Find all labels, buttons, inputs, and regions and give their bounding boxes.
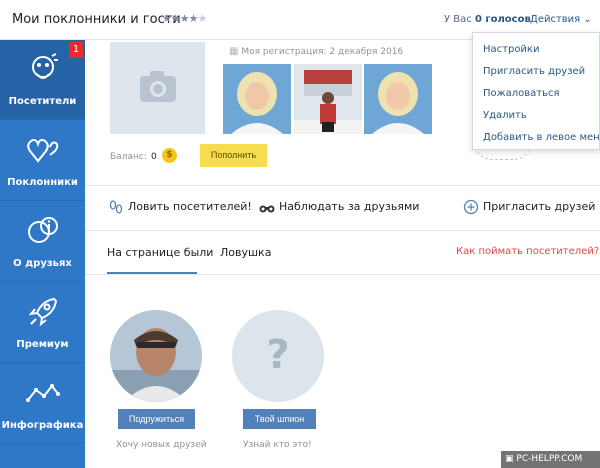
sidebar: 1 Посетители Поклонники О друзьях Премиу… <box>0 40 85 468</box>
watermark-text: PC-HELPP.COM <box>516 454 583 464</box>
profile-avatar[interactable] <box>110 42 205 134</box>
invite-friends-link[interactable]: Пригласить друзей <box>463 199 596 215</box>
actions-dropdown: Настройки Пригласить друзей Пожаловаться… <box>472 32 600 150</box>
tab-visited-page[interactable]: На странице были <box>107 246 213 259</box>
friends-info-icon <box>28 217 58 243</box>
sidebar-badge: 1 <box>69 42 83 58</box>
calendar-icon: ▦ <box>229 46 239 57</box>
sidebar-item-visitors[interactable]: 1 Посетители <box>0 40 85 120</box>
footprints-icon <box>109 200 123 214</box>
votes-prefix: У Вас <box>444 14 472 25</box>
registration-text: Моя регистрация: 2 декабря 2016 <box>241 47 404 57</box>
votes-status: У Вас 0 голосов <box>444 14 531 25</box>
spy-avatar-placeholder[interactable]: ? <box>232 310 324 402</box>
registration-date: ▦ Моя регистрация: 2 декабря 2016 <box>229 46 403 57</box>
photo-man-outdoor <box>294 64 362 134</box>
watch-friends-link[interactable]: Наблюдать за друзьями <box>259 200 420 213</box>
photo-woman-blonde <box>223 64 291 134</box>
sidebar-item-label: Инфографика <box>1 420 84 431</box>
rating-stars: ★★★★★ <box>162 12 207 25</box>
menu-item-delete[interactable]: Удалить <box>473 105 599 127</box>
sidebar-item-label: О друзьях <box>13 258 72 269</box>
sidebar-item-fans[interactable]: Поклонники <box>0 121 85 201</box>
card-caption: Узнай кто это! <box>243 440 312 450</box>
sidebar-item-infographics[interactable]: Инфографика <box>0 364 85 444</box>
befriend-button[interactable]: Подружиться <box>118 409 195 429</box>
question-mark-icon: ? <box>266 332 290 378</box>
sidebar-item-label: Премиум <box>16 339 69 350</box>
watermark: ▣ PC-HELPP.COM <box>501 451 600 468</box>
actions-menu-button[interactable]: Действия ⌄ <box>530 14 592 25</box>
rating-stars-filled: ★★★★ <box>162 12 198 25</box>
watch-friends-label: Наблюдать за друзьями <box>279 200 420 213</box>
menu-item-add-to-left-menu[interactable]: Добавить в левое меню <box>473 127 600 149</box>
howto-catch-link[interactable]: Как поймать посетителей? <box>456 246 599 257</box>
tab-trap[interactable]: Ловушка <box>220 246 271 259</box>
visitor-photo <box>110 310 202 402</box>
binoculars-icon <box>259 205 275 213</box>
divider <box>85 230 600 231</box>
divider <box>85 274 600 275</box>
rating-stars-empty: ★ <box>197 12 207 25</box>
page-title: Мои поклонники и гости <box>12 12 181 27</box>
sidebar-item-label: Посетители <box>8 96 77 107</box>
menu-item-settings[interactable]: Настройки <box>473 39 599 61</box>
profile-photo[interactable] <box>223 64 291 134</box>
rocket-icon <box>28 297 58 327</box>
hearts-icon <box>27 139 59 163</box>
invite-friends-label: Пригласить друзей <box>483 200 596 213</box>
votes-value[interactable]: 0 голосов <box>475 14 531 25</box>
visitors-icon <box>32 53 58 79</box>
your-spy-button[interactable]: Твой шпион <box>243 409 316 429</box>
photo-woman-blonde <box>364 64 432 134</box>
chart-line-icon <box>26 384 60 402</box>
balance-label: Баланс: <box>110 152 147 162</box>
topup-button[interactable]: Пополнить <box>200 144 267 167</box>
divider <box>85 185 600 186</box>
menu-item-report[interactable]: Пожаловаться <box>473 83 599 105</box>
sidebar-item-label: Поклонники <box>7 177 78 188</box>
monitor-icon: ▣ <box>505 454 514 464</box>
balance-value: 0 <box>151 152 157 162</box>
profile-photo[interactable] <box>294 64 362 134</box>
camera-icon <box>140 71 176 102</box>
sidebar-item-premium[interactable]: Премиум <box>0 283 85 363</box>
catch-visitors-link[interactable]: Ловить посетителей! <box>109 200 252 214</box>
coin-icon: $ <box>162 148 177 163</box>
catch-visitors-label: Ловить посетителей! <box>128 200 252 213</box>
card-caption: Хочу новых друзей <box>116 440 207 450</box>
visitor-avatar[interactable] <box>110 310 202 402</box>
menu-item-invite-friends[interactable]: Пригласить друзей <box>473 61 599 83</box>
plus-circle-icon <box>463 199 479 215</box>
sidebar-item-about-friends[interactable]: О друзьях <box>0 202 85 282</box>
profile-photo[interactable] <box>364 64 432 134</box>
